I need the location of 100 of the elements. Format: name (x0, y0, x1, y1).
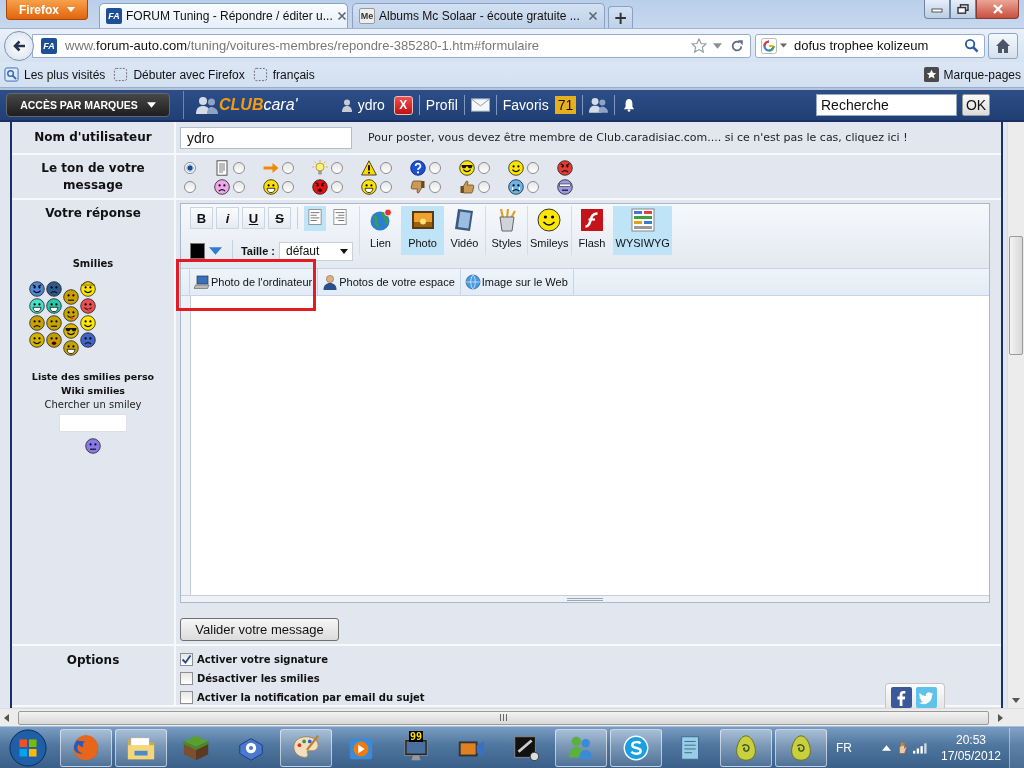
radio-button[interactable] (527, 162, 539, 174)
smiley-icon[interactable] (63, 323, 79, 339)
radio-button[interactable] (380, 162, 392, 174)
size-dropdown[interactable]: défaut (279, 241, 353, 261)
insert-tab[interactable]: Image sur le Web (460, 269, 574, 295)
smiley-icon[interactable] (63, 289, 79, 305)
right-arrow-icon[interactable] (998, 713, 1003, 722)
format-button[interactable]: S (268, 207, 291, 229)
radio-button[interactable] (184, 162, 196, 174)
people-icon[interactable] (589, 97, 609, 113)
toolbar-button[interactable]: Vidéo (443, 206, 485, 255)
facebook-icon[interactable] (891, 687, 912, 708)
bookmark-item[interactable]: Les plus visités (4, 67, 106, 82)
insert-tab[interactable]: Photo de l'ordinateur (189, 269, 319, 295)
radio-button[interactable] (478, 181, 490, 193)
search-icon[interactable] (964, 38, 979, 53)
brands-menu-button[interactable]: ACCÈS PAR MARQUES (6, 93, 170, 117)
logout-button[interactable]: X (393, 95, 413, 115)
star-icon[interactable] (691, 37, 707, 54)
smiley-icon[interactable] (80, 332, 96, 348)
ok-button[interactable]: OK (962, 94, 990, 116)
close-window-button[interactable] (976, 0, 1019, 19)
smilies-link[interactable]: Wiki smilies (60, 384, 125, 398)
submit-button[interactable]: Valider votre message (180, 618, 339, 641)
start-button[interactable] (6, 727, 50, 768)
radio-button[interactable] (233, 162, 245, 174)
bookmark-item[interactable]: Débuter avec Firefox (113, 67, 245, 82)
home-button[interactable] (988, 32, 1018, 59)
search-engine-icon[interactable] (761, 37, 777, 54)
browser-tab[interactable]: Me Albums Mc Solaar - écoute gratuite ... (352, 3, 605, 28)
address-field[interactable]: FA www.forum-auto.com/tuning/voitures-membres/repondre-385280-1.htm#formulaire (32, 33, 751, 58)
signal-bars-icon[interactable] (913, 741, 927, 754)
envelope-icon[interactable] (470, 98, 490, 112)
profile-link[interactable]: Profil (425, 97, 458, 113)
radio-button[interactable] (184, 181, 196, 193)
radio-button[interactable] (233, 181, 245, 193)
checkbox[interactable] (180, 672, 193, 685)
smiley-icon[interactable] (46, 332, 62, 348)
down-arrow-icon[interactable] (1012, 698, 1020, 703)
radio-button[interactable] (331, 162, 343, 174)
smilies-link[interactable]: Liste des smilies perso (31, 370, 155, 384)
smiley-icon[interactable] (29, 298, 45, 314)
close-icon[interactable] (588, 11, 598, 21)
smiley-icon[interactable] (63, 306, 79, 322)
smiley-search-field[interactable] (59, 414, 127, 432)
dropdown-arrow-icon[interactable] (713, 42, 722, 49)
format-button[interactable]: i (216, 207, 239, 229)
username-link[interactable]: ydro (357, 97, 385, 113)
radio-button[interactable] (331, 181, 343, 193)
toolbar-button[interactable]: Smileys (527, 206, 571, 255)
smiley-icon[interactable] (46, 298, 62, 314)
checkbox[interactable] (180, 653, 193, 666)
browser-tab[interactable]: FA FORUM Tuning - Répondre / éditer u... (99, 3, 348, 28)
bookmarks-menu-button[interactable]: Marque-pages (923, 67, 1021, 82)
smiley-icon[interactable] (80, 298, 96, 314)
reload-icon[interactable] (730, 38, 744, 53)
smiley-icon[interactable] (80, 315, 96, 331)
clock-date[interactable]: 17/05/2012 (940, 747, 1002, 764)
smiley-icon[interactable] (46, 281, 62, 297)
close-icon[interactable] (336, 11, 347, 21)
format-button[interactable]: B (190, 207, 213, 229)
taskbar-button[interactable]: 99 (390, 728, 442, 767)
insert-tab[interactable]: Photos de votre espace (318, 269, 461, 295)
smiley-icon[interactable] (80, 281, 96, 297)
language-indicator[interactable]: FR (836, 740, 852, 755)
caret-icon[interactable] (209, 247, 223, 255)
radio-button[interactable] (478, 162, 490, 174)
site-logo[interactable]: CLUBcara' (219, 96, 298, 114)
smiley-icon[interactable] (85, 438, 101, 454)
left-arrow-icon[interactable] (4, 713, 9, 722)
toolbar-button[interactable]: Photo (401, 206, 443, 255)
back-button[interactable] (4, 30, 34, 61)
smiley-icon[interactable] (46, 315, 62, 331)
scrollbar-thumb[interactable] (1009, 236, 1023, 355)
horizontal-scrollbar[interactable] (0, 708, 1024, 726)
align-button[interactable] (304, 205, 326, 231)
scrollbar-thumb[interactable] (18, 710, 989, 725)
new-tab-button[interactable]: + (608, 6, 633, 28)
bell-icon[interactable] (623, 98, 636, 112)
resize-grip-icon[interactable] (567, 597, 603, 601)
radio-button[interactable] (527, 181, 539, 193)
radio-button[interactable] (380, 181, 392, 193)
bookmark-item[interactable]: français (252, 67, 315, 82)
clock-time[interactable]: 20:53 (956, 731, 986, 748)
show-desktop-button[interactable] (1009, 727, 1024, 768)
triangle-up-icon[interactable] (882, 744, 891, 751)
hand-icon[interactable] (896, 740, 908, 755)
search-field[interactable]: dofus trophee kolizeum (755, 33, 985, 58)
checkbox[interactable] (180, 691, 193, 704)
format-button[interactable]: U (242, 207, 265, 229)
radio-button[interactable] (282, 162, 294, 174)
radio-button[interactable] (429, 181, 441, 193)
color-swatch-icon[interactable] (190, 243, 205, 259)
vertical-scrollbar[interactable] (1007, 122, 1024, 708)
radio-button[interactable] (282, 181, 294, 193)
toolbar-button[interactable]: WYSIWYG (612, 206, 672, 255)
smiley-icon[interactable] (29, 281, 45, 297)
toolbar-button[interactable]: Flash (570, 206, 613, 255)
restore-button[interactable] (950, 0, 976, 19)
toolbar-button[interactable]: Styles (485, 206, 527, 255)
